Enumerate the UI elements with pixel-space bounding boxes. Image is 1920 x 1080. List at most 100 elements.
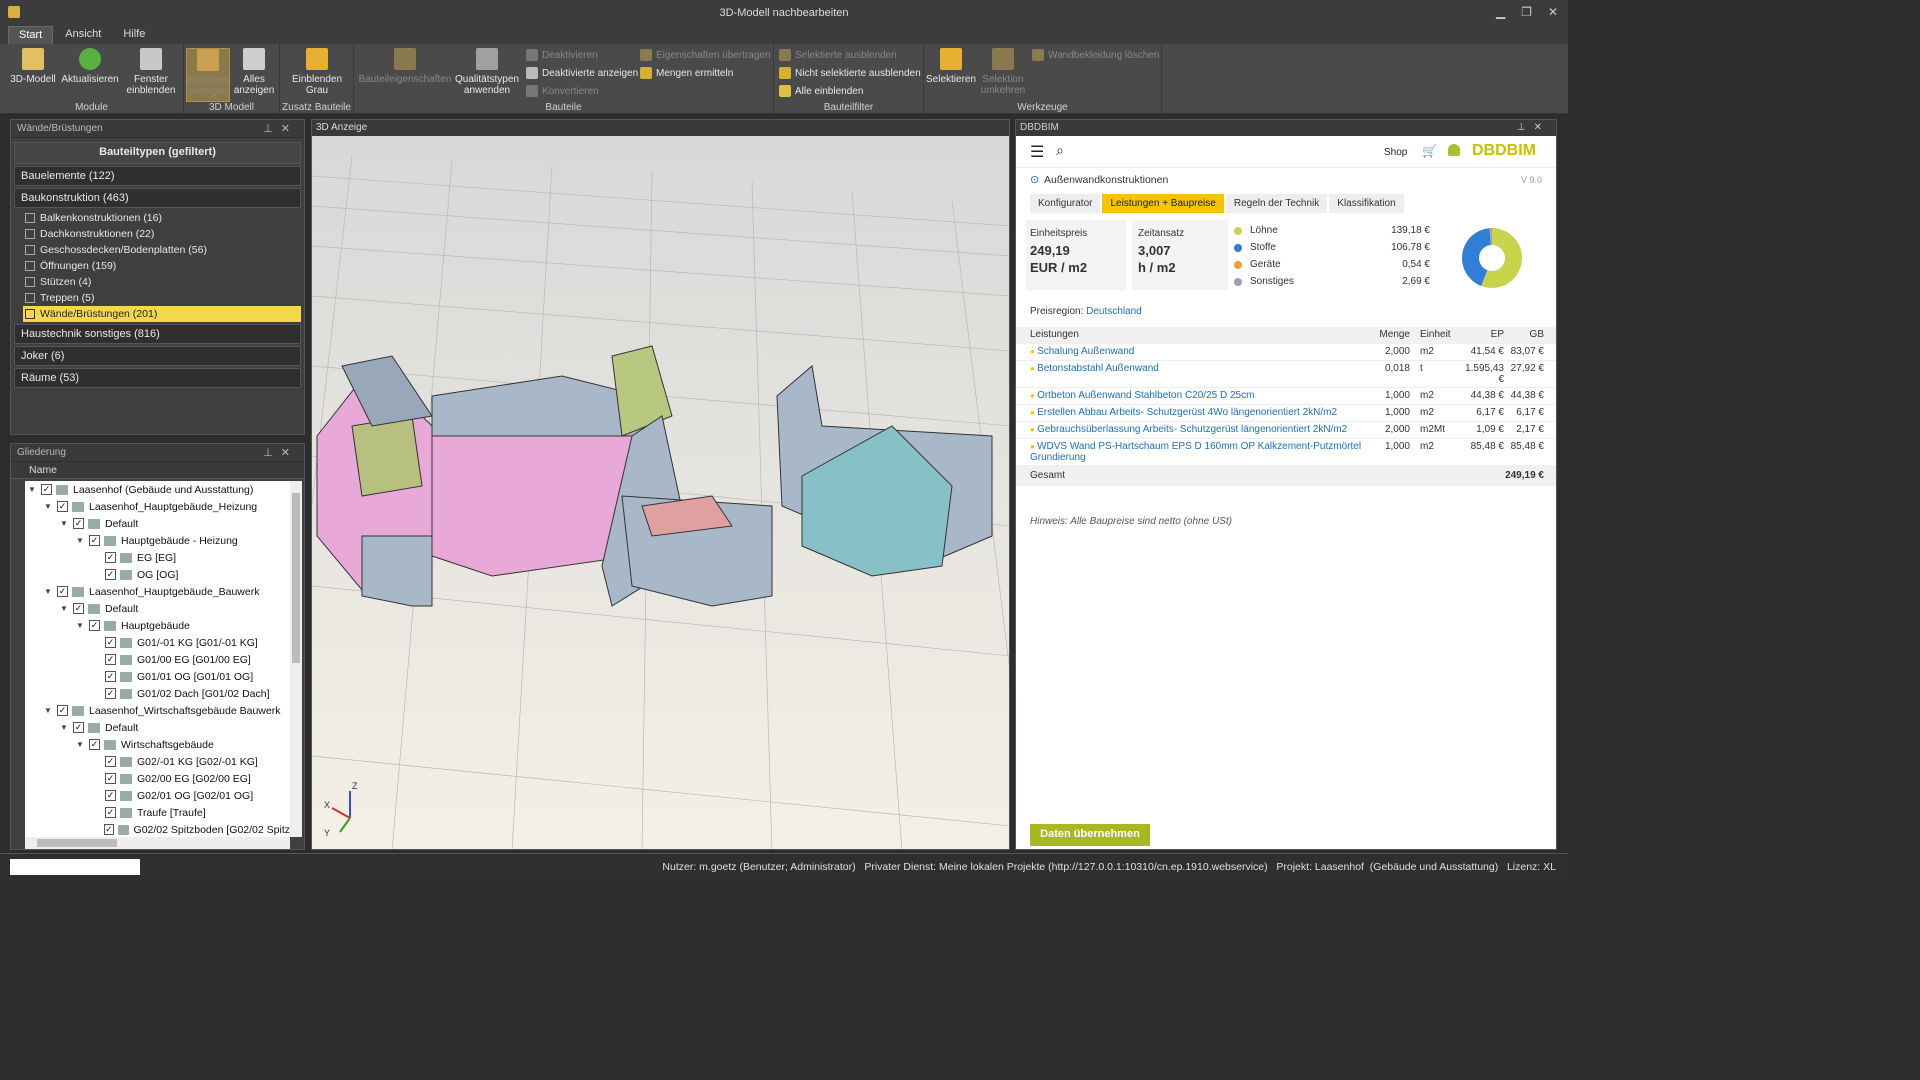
restore-button[interactable]: ❐ bbox=[1521, 5, 1532, 19]
table-cell-c1[interactable]: ● Erstellen Abbau Arbeits- Schutzgerüst … bbox=[1016, 407, 1366, 418]
hide-unselected-button[interactable]: Nicht selektierte ausblenden bbox=[779, 67, 921, 79]
show-all-filter-button[interactable]: Alle einblenden bbox=[779, 85, 863, 97]
chevron-down-icon[interactable]: ▼ bbox=[75, 740, 85, 749]
tree-row[interactable]: ▼ ✓ Hauptgebäude - Heizung bbox=[25, 532, 290, 549]
table-cell-c1[interactable]: ● Ortbeton Außenwand Stahlbeton C20/25 D… bbox=[1016, 390, 1366, 401]
tab-leistungen[interactable]: Leistungen + Baupreise bbox=[1102, 194, 1224, 213]
tree-row[interactable]: ▼ ✓ Laasenhof (Gebäude und Ausstattung) bbox=[25, 481, 290, 498]
tree-row[interactable]: ✓ G02/01 OG [G02/01 OG] bbox=[25, 787, 290, 804]
tree-checkbox[interactable]: ✓ bbox=[105, 756, 116, 767]
tree-row[interactable]: ✓ OG [OG] bbox=[25, 566, 290, 583]
quality-types-button[interactable]: Qualitätstypen anwenden bbox=[452, 48, 522, 96]
subitem-treppen[interactable]: Treppen (5) bbox=[23, 290, 304, 306]
service-link[interactable]: Erstellen Abbau Arbeits- Schutzgerüst 4W… bbox=[1037, 407, 1337, 418]
3d-model-button[interactable]: 3D-Modell bbox=[6, 48, 60, 85]
tree-checkbox[interactable]: ✓ bbox=[105, 569, 116, 580]
tree-row[interactable]: ✓ EG [EG] bbox=[25, 549, 290, 566]
tab-klassifikation[interactable]: Klassifikation bbox=[1329, 194, 1404, 213]
tree-row[interactable]: ✓ G01/02 Dach [G01/02 Dach] bbox=[25, 685, 290, 702]
chevron-down-icon[interactable]: ▼ bbox=[59, 604, 69, 613]
category-bauelemente[interactable]: Bauelemente (122) bbox=[14, 166, 301, 186]
tree-checkbox[interactable]: ✓ bbox=[103, 824, 114, 835]
breadcrumb-title[interactable]: Außenwandkonstruktionen bbox=[1044, 174, 1168, 186]
tree-row[interactable]: ✓ G01/-01 KG [G01/-01 KG] bbox=[25, 634, 290, 651]
category-joker[interactable]: Joker (6) bbox=[14, 346, 301, 366]
window-show-button[interactable]: Fenster einblenden bbox=[122, 48, 180, 96]
tree-checkbox[interactable]: ✓ bbox=[73, 722, 84, 733]
component-properties-button[interactable]: Bauteileigenschaften bbox=[358, 48, 452, 85]
hide-selected-button[interactable]: Selektierte ausblenden bbox=[779, 49, 897, 61]
minimize-button[interactable]: ▁ bbox=[1496, 5, 1505, 19]
tree-checkbox[interactable]: ✓ bbox=[57, 586, 68, 597]
tab-konfigurator[interactable]: Konfigurator bbox=[1030, 194, 1101, 213]
panel-pin-close[interactable]: ⊥✕ bbox=[263, 122, 298, 135]
chevron-down-icon[interactable]: ▼ bbox=[75, 536, 85, 545]
tree-checkbox[interactable]: ✓ bbox=[89, 535, 100, 546]
show-deactivated-button[interactable]: Deaktivierte anzeigen bbox=[526, 67, 638, 79]
cart-icon[interactable]: 🛒 bbox=[1422, 144, 1437, 158]
tree-row[interactable]: ✓ G02/02 Spitzboden [G02/02 Spitz bbox=[25, 821, 290, 837]
hscrollbar-thumb[interactable] bbox=[37, 839, 117, 847]
contours-button[interactable]: Konturen anzeigen bbox=[186, 48, 230, 102]
show-all-button[interactable]: Alles anzeigen bbox=[232, 48, 276, 96]
chevron-down-icon[interactable]: ▼ bbox=[43, 502, 53, 511]
3d-view[interactable]: 3D Anzeige Z X Y bbox=[311, 119, 1010, 850]
table-row[interactable]: ● Schalung Außenwand 2,000 m2 41,54 € 83,07 … bbox=[1016, 344, 1556, 361]
tree-hscrollbar[interactable] bbox=[25, 837, 290, 849]
close-button[interactable]: ✕ bbox=[1548, 5, 1558, 19]
tree-checkbox[interactable]: ✓ bbox=[105, 773, 116, 784]
tree-checkbox[interactable]: ✓ bbox=[73, 518, 84, 529]
chevron-down-icon[interactable]: ▼ bbox=[59, 519, 69, 528]
tree-checkbox[interactable]: ✓ bbox=[105, 807, 116, 818]
quantities-button[interactable]: Mengen ermitteln bbox=[640, 67, 733, 79]
subitem-dach[interactable]: Dachkonstruktionen (22) bbox=[23, 226, 304, 242]
chevron-down-icon[interactable]: ▼ bbox=[59, 723, 69, 732]
table-row[interactable]: ● Betonstabstahl Außenwand 0,018 t 1.595,43… bbox=[1016, 361, 1556, 388]
column-header-name[interactable]: Name bbox=[11, 462, 304, 479]
tree-row[interactable]: ▼ ✓ Default bbox=[25, 600, 290, 617]
tree-row[interactable]: ✓ G02/-01 KG [G02/-01 KG] bbox=[25, 753, 290, 770]
service-link[interactable]: Ortbeton Außenwand Stahlbeton C20/25 D 2… bbox=[1037, 390, 1254, 401]
user-icon[interactable] bbox=[1448, 144, 1460, 156]
subitem-stuetzen[interactable]: Stützen (4) bbox=[23, 274, 304, 290]
show-grey-button[interactable]: Einblenden Grau bbox=[286, 48, 348, 96]
table-cell-c1[interactable]: ● Betonstabstahl Außenwand bbox=[1016, 363, 1366, 374]
table-cell-c1[interactable]: ● WDVS Wand PS-Hartschaum EPS D 160mm OP… bbox=[1016, 441, 1366, 463]
invert-selection-button[interactable]: Selektion umkehren bbox=[976, 48, 1030, 96]
tab-hilfe[interactable]: Hilfe bbox=[113, 26, 155, 44]
table-cell-c1[interactable]: ● Schalung Außenwand bbox=[1016, 346, 1366, 357]
tree-checkbox[interactable]: ✓ bbox=[57, 501, 68, 512]
scrollbar-thumb[interactable] bbox=[292, 493, 300, 663]
refresh-button[interactable]: Aktualisieren bbox=[60, 48, 120, 85]
service-link[interactable]: Betonstabstahl Außenwand bbox=[1037, 363, 1159, 374]
convert-button[interactable]: Konvertieren bbox=[526, 85, 599, 97]
tree-row[interactable]: ▼ ✓ Laasenhof_Wirtschaftsgebäude Bauwerk bbox=[25, 702, 290, 719]
3d-scene[interactable]: Z X Y bbox=[312, 136, 1010, 850]
tree-row[interactable]: ▼ ✓ Laasenhof_Hauptgebäude_Heizung bbox=[25, 498, 290, 515]
tree-checkbox[interactable]: ✓ bbox=[89, 620, 100, 631]
tree-checkbox[interactable]: ✓ bbox=[105, 688, 116, 699]
shop-link[interactable]: Shop bbox=[1384, 147, 1407, 158]
tree-scrollbar[interactable] bbox=[290, 481, 302, 837]
tree-checkbox[interactable]: ✓ bbox=[105, 790, 116, 801]
tree-checkbox[interactable]: ✓ bbox=[105, 552, 116, 563]
category-baukonstruktion[interactable]: Baukonstruktion (463) bbox=[14, 188, 301, 208]
table-row[interactable]: ● Erstellen Abbau Arbeits- Schutzgerüst … bbox=[1016, 405, 1556, 422]
chevron-down-icon[interactable]: ▼ bbox=[43, 587, 53, 596]
menu-icon[interactable]: ☰ bbox=[1030, 142, 1044, 162]
table-row[interactable]: ● Ortbeton Außenwand Stahlbeton C20/25 D… bbox=[1016, 388, 1556, 405]
region-value[interactable]: Deutschland bbox=[1086, 306, 1142, 317]
subitem-oeffnungen[interactable]: Öffnungen (159) bbox=[23, 258, 304, 274]
tree-row[interactable]: ✓ G02/00 EG [G02/00 EG] bbox=[25, 770, 290, 787]
tree-row[interactable]: ▼ ✓ Hauptgebäude bbox=[25, 617, 290, 634]
chevron-down-icon[interactable]: ▼ bbox=[75, 621, 85, 630]
tab-ansicht[interactable]: Ansicht bbox=[55, 26, 111, 44]
table-row[interactable]: ● Gebrauchsüberlassung Arbeits- Schutzge… bbox=[1016, 422, 1556, 439]
subitem-balken[interactable]: Balkenkonstruktionen (16) bbox=[23, 210, 304, 226]
service-link[interactable]: Gebrauchsüberlassung Arbeits- Schutzgerü… bbox=[1037, 424, 1347, 435]
tree-row[interactable]: ▼ ✓ Laasenhof_Hauptgebäude_Bauwerk bbox=[25, 583, 290, 600]
back-icon[interactable]: ⊙ bbox=[1030, 173, 1039, 186]
chevron-down-icon[interactable]: ▼ bbox=[27, 485, 37, 494]
tree-checkbox[interactable]: ✓ bbox=[105, 637, 116, 648]
category-raeume[interactable]: Räume (53) bbox=[14, 368, 301, 388]
